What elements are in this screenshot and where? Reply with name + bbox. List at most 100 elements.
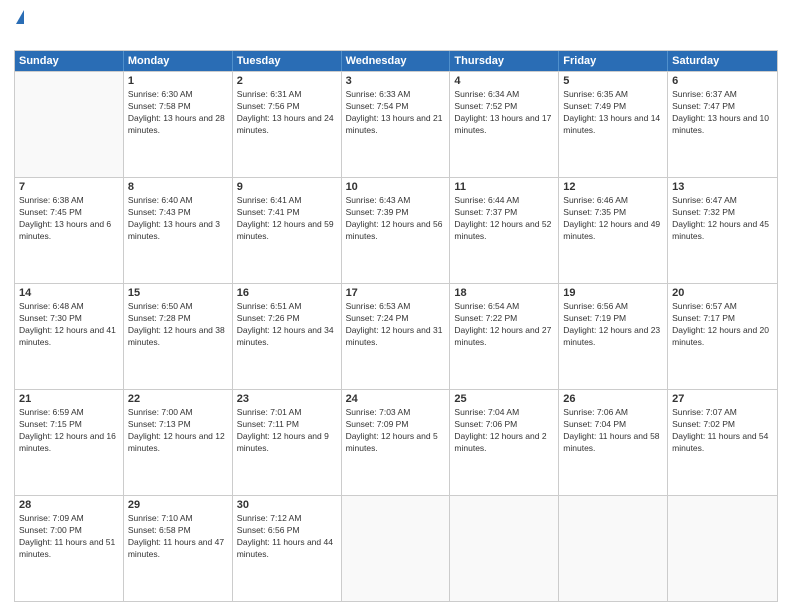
cal-cell-3: 3 Sunrise: 6:33 AM Sunset: 7:54 PM Daylig… <box>342 72 451 177</box>
cal-cell-16: 16Sunrise: 6:51 AM Sunset: 7:26 PM Dayli… <box>233 284 342 389</box>
logo-triangle-icon <box>16 10 24 24</box>
cal-cell-14: 14 Sunrise: 6:48 AM Sunset: 7:30 PM Dayli… <box>15 284 124 389</box>
day-number: 21 <box>19 393 119 405</box>
day-info: Sunrise: 6:34 AM Sunset: 7:52 PM Dayligh… <box>454 89 554 137</box>
cal-cell-1: 1Sunrise: 6:30 AM Sunset: 7:58 PM Daylig… <box>124 72 233 177</box>
cal-cell-23: 23 Sunrise: 7:01 AM Sunset: 7:11 PM Dayli… <box>233 390 342 495</box>
cal-cell-5: 5 Sunrise: 6:35 AM Sunset: 7:49 PM Daylig… <box>559 72 668 177</box>
cal-cell-12: 12 Sunrise: 6:46 AM Sunset: 7:35 PM Dayli… <box>559 178 668 283</box>
day-info: Sunrise: 6:48 AM Sunset: 7:30 PM Dayligh… <box>19 301 119 349</box>
day-number: 29 <box>128 499 228 511</box>
day-info: Sunrise: 6:37 AM Sunset: 7:47 PM Dayligh… <box>672 89 773 137</box>
day-info: Sunrise: 6:35 AM Sunset: 7:49 PM Dayligh… <box>563 89 663 137</box>
page: SundayMondayTuesdayWednesdayThursdayFrid… <box>0 0 792 612</box>
cal-cell-22: 22Sunrise: 7:00 AM Sunset: 7:13 PM Dayli… <box>124 390 233 495</box>
cal-cell-13: 13 Sunrise: 6:47 AM Sunset: 7:32 PM Dayli… <box>668 178 777 283</box>
day-info: Sunrise: 6:44 AM Sunset: 7:37 PM Dayligh… <box>454 195 554 243</box>
cal-cell-empty-4-6 <box>668 496 777 601</box>
cal-cell-24: 24 Sunrise: 7:03 AM Sunset: 7:09 PM Dayli… <box>342 390 451 495</box>
day-number: 10 <box>346 181 446 193</box>
weekday-header-wednesday: Wednesday <box>342 51 451 71</box>
cal-cell-10: 10 Sunrise: 6:43 AM Sunset: 7:39 PM Dayli… <box>342 178 451 283</box>
cal-cell-11: 11Sunrise: 6:44 AM Sunset: 7:37 PM Dayli… <box>450 178 559 283</box>
day-info: Sunrise: 6:54 AM Sunset: 7:22 PM Dayligh… <box>454 301 554 349</box>
day-info: Sunrise: 6:46 AM Sunset: 7:35 PM Dayligh… <box>563 195 663 243</box>
cal-cell-empty-4-4 <box>450 496 559 601</box>
day-info: Sunrise: 7:09 AM Sunset: 7:00 PM Dayligh… <box>19 513 119 561</box>
cal-cell-9: 9Sunrise: 6:41 AM Sunset: 7:41 PM Daylig… <box>233 178 342 283</box>
header <box>14 10 778 42</box>
cal-cell-2: 2Sunrise: 6:31 AM Sunset: 7:56 PM Daylig… <box>233 72 342 177</box>
cal-cell-27: 27 Sunrise: 7:07 AM Sunset: 7:02 PM Dayli… <box>668 390 777 495</box>
week-row-4: 21 Sunrise: 6:59 AM Sunset: 7:15 PM Dayli… <box>15 389 777 495</box>
cal-cell-4: 4Sunrise: 6:34 AM Sunset: 7:52 PM Daylig… <box>450 72 559 177</box>
day-info: Sunrise: 6:50 AM Sunset: 7:28 PM Dayligh… <box>128 301 228 349</box>
day-number: 17 <box>346 287 446 299</box>
day-info: Sunrise: 6:40 AM Sunset: 7:43 PM Dayligh… <box>128 195 228 243</box>
day-info: Sunrise: 6:57 AM Sunset: 7:17 PM Dayligh… <box>672 301 773 349</box>
day-info: Sunrise: 7:10 AM Sunset: 6:58 PM Dayligh… <box>128 513 228 561</box>
day-number: 27 <box>672 393 773 405</box>
day-number: 14 <box>19 287 119 299</box>
day-info: Sunrise: 7:01 AM Sunset: 7:11 PM Dayligh… <box>237 407 337 455</box>
weekday-header-sunday: Sunday <box>15 51 124 71</box>
weekday-header-monday: Monday <box>124 51 233 71</box>
day-number: 6 <box>672 75 773 87</box>
cal-cell-21: 21 Sunrise: 6:59 AM Sunset: 7:15 PM Dayli… <box>15 390 124 495</box>
day-info: Sunrise: 6:43 AM Sunset: 7:39 PM Dayligh… <box>346 195 446 243</box>
day-number: 24 <box>346 393 446 405</box>
cal-cell-17: 17Sunrise: 6:53 AM Sunset: 7:24 PM Dayli… <box>342 284 451 389</box>
day-info: Sunrise: 6:56 AM Sunset: 7:19 PM Dayligh… <box>563 301 663 349</box>
day-info: Sunrise: 7:12 AM Sunset: 6:56 PM Dayligh… <box>237 513 337 561</box>
weekday-header-tuesday: Tuesday <box>233 51 342 71</box>
day-number: 12 <box>563 181 663 193</box>
cal-cell-30: 30 Sunrise: 7:12 AM Sunset: 6:56 PM Dayli… <box>233 496 342 601</box>
day-number: 8 <box>128 181 228 193</box>
day-info: Sunrise: 6:33 AM Sunset: 7:54 PM Dayligh… <box>346 89 446 137</box>
day-number: 13 <box>672 181 773 193</box>
cal-cell-18: 18 Sunrise: 6:54 AM Sunset: 7:22 PM Dayli… <box>450 284 559 389</box>
day-number: 26 <box>563 393 663 405</box>
cal-cell-26: 26Sunrise: 7:06 AM Sunset: 7:04 PM Dayli… <box>559 390 668 495</box>
day-info: Sunrise: 7:03 AM Sunset: 7:09 PM Dayligh… <box>346 407 446 455</box>
week-row-5: 28 Sunrise: 7:09 AM Sunset: 7:00 PM Dayli… <box>15 495 777 601</box>
cal-cell-28: 28 Sunrise: 7:09 AM Sunset: 7:00 PM Dayli… <box>15 496 124 601</box>
day-number: 23 <box>237 393 337 405</box>
cal-cell-8: 8 Sunrise: 6:40 AM Sunset: 7:43 PM Daylig… <box>124 178 233 283</box>
day-info: Sunrise: 6:30 AM Sunset: 7:58 PM Dayligh… <box>128 89 228 137</box>
day-number: 2 <box>237 75 337 87</box>
week-row-2: 7Sunrise: 6:38 AM Sunset: 7:45 PM Daylig… <box>15 177 777 283</box>
weekday-header-saturday: Saturday <box>668 51 777 71</box>
cal-cell-empty-0-0 <box>15 72 124 177</box>
day-info: Sunrise: 6:38 AM Sunset: 7:45 PM Dayligh… <box>19 195 119 243</box>
day-number: 15 <box>128 287 228 299</box>
calendar: SundayMondayTuesdayWednesdayThursdayFrid… <box>14 50 778 602</box>
week-row-3: 14 Sunrise: 6:48 AM Sunset: 7:30 PM Dayli… <box>15 283 777 389</box>
cal-cell-7: 7Sunrise: 6:38 AM Sunset: 7:45 PM Daylig… <box>15 178 124 283</box>
day-number: 20 <box>672 287 773 299</box>
day-number: 3 <box>346 75 446 87</box>
day-number: 9 <box>237 181 337 193</box>
day-number: 19 <box>563 287 663 299</box>
day-info: Sunrise: 7:07 AM Sunset: 7:02 PM Dayligh… <box>672 407 773 455</box>
day-info: Sunrise: 6:47 AM Sunset: 7:32 PM Dayligh… <box>672 195 773 243</box>
logo <box>14 10 24 42</box>
day-info: Sunrise: 7:00 AM Sunset: 7:13 PM Dayligh… <box>128 407 228 455</box>
day-info: Sunrise: 6:59 AM Sunset: 7:15 PM Dayligh… <box>19 407 119 455</box>
cal-cell-empty-4-5 <box>559 496 668 601</box>
calendar-body: 1Sunrise: 6:30 AM Sunset: 7:58 PM Daylig… <box>15 71 777 601</box>
weekday-header-friday: Friday <box>559 51 668 71</box>
week-row-1: 1Sunrise: 6:30 AM Sunset: 7:58 PM Daylig… <box>15 71 777 177</box>
day-number: 5 <box>563 75 663 87</box>
day-number: 30 <box>237 499 337 511</box>
day-number: 16 <box>237 287 337 299</box>
cal-cell-6: 6 Sunrise: 6:37 AM Sunset: 7:47 PM Daylig… <box>668 72 777 177</box>
cal-cell-15: 15 Sunrise: 6:50 AM Sunset: 7:28 PM Dayli… <box>124 284 233 389</box>
weekday-header-thursday: Thursday <box>450 51 559 71</box>
cal-cell-25: 25Sunrise: 7:04 AM Sunset: 7:06 PM Dayli… <box>450 390 559 495</box>
day-info: Sunrise: 7:04 AM Sunset: 7:06 PM Dayligh… <box>454 407 554 455</box>
cal-cell-29: 29 Sunrise: 7:10 AM Sunset: 6:58 PM Dayli… <box>124 496 233 601</box>
cal-cell-20: 20 Sunrise: 6:57 AM Sunset: 7:17 PM Dayli… <box>668 284 777 389</box>
day-number: 18 <box>454 287 554 299</box>
day-number: 28 <box>19 499 119 511</box>
